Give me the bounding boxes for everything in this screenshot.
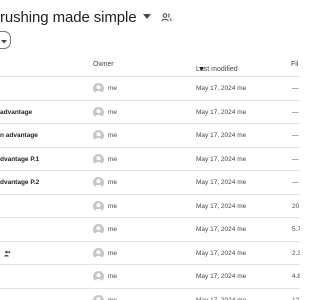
owner-name: me [108, 226, 118, 233]
owner-name: me [108, 85, 118, 92]
last-modified: May 17, 2024 me [196, 249, 247, 257]
people-icon[interactable] [160, 11, 173, 23]
owner-name: me [108, 273, 118, 280]
avatar [93, 294, 104, 300]
folder-title[interactable]: rushing made simple [0, 9, 137, 26]
table-row[interactable]: me May 17, 2024 me 2.3 [0, 240, 300, 265]
table-row[interactable]: n advantage me May 17, 2024 me — [0, 123, 300, 147]
avatar [93, 106, 104, 118]
file-size: 20 [292, 202, 300, 210]
table-row[interactable]: me May 17, 2024 me 20 [0, 193, 300, 218]
table-row[interactable]: advantage me May 17, 2024 me — [0, 99, 300, 124]
table-row[interactable]: me May 17, 2024 me 5.7 [0, 217, 300, 241]
owner-name: me [108, 108, 118, 116]
last-modified: May 17, 2024 me [196, 155, 247, 163]
last-modified: May 17, 2024 me [196, 273, 247, 280]
last-modified: May 17, 2024 me [196, 179, 247, 186]
file-size: — [292, 132, 299, 139]
owner-name: me [108, 249, 118, 257]
owner-name: me [108, 296, 118, 300]
table-row[interactable]: me May 17, 2024 me 12 [0, 287, 300, 300]
owner-name: me [108, 202, 118, 210]
table-row[interactable]: me May 17, 2024 me 4.8 [0, 264, 300, 288]
arrow-down-icon[interactable] [199, 66, 204, 73]
avatar [93, 153, 104, 165]
file-size: — [292, 85, 299, 92]
owner-name: me [108, 179, 118, 186]
avatar [93, 83, 104, 94]
folder-title-bar: rushing made simple [0, 4, 173, 30]
file-name: n advantage [0, 132, 38, 139]
filter-chip[interactable] [0, 31, 11, 49]
last-modified: May 17, 2024 me [196, 226, 247, 233]
file-size: — [292, 108, 299, 116]
file-size: — [292, 179, 299, 186]
file-size: 5.7 [292, 226, 300, 233]
file-size: — [292, 155, 299, 163]
avatar [93, 177, 104, 188]
owner-name: me [108, 155, 118, 163]
last-modified: May 17, 2024 me [196, 85, 247, 92]
file-size: 12 [292, 296, 300, 300]
file-name: dvantage P.1 [0, 155, 40, 163]
chevron-down-icon[interactable] [142, 12, 153, 22]
file-size: 2.3 [292, 249, 300, 257]
table-header: Owner Last modified Fil [0, 56, 300, 76]
file-size: 4.8 [292, 273, 300, 280]
last-modified: May 17, 2024 me [196, 132, 247, 139]
last-modified: May 17, 2024 me [196, 202, 247, 210]
drive-folder-view: rushing made simple Owner Last modified … [0, 0, 300, 300]
file-name: advantage [0, 108, 33, 116]
column-header-owner[interactable]: Owner [93, 61, 114, 68]
file-name: dvantage P.2 [0, 179, 40, 186]
column-header-file-size[interactable]: Fil [291, 61, 298, 68]
avatar [93, 200, 104, 212]
avatar [93, 247, 104, 259]
shared-people-icon [4, 250, 11, 257]
avatar [93, 224, 104, 235]
file-list: me May 17, 2024 me — advantage me May 17, 202… [0, 76, 300, 300]
last-modified: May 17, 2024 me [196, 108, 247, 116]
owner-name: me [108, 132, 118, 139]
table-row[interactable]: me May 17, 2024 me — [0, 76, 300, 100]
avatar [93, 130, 104, 141]
chevron-down-icon [1, 31, 7, 49]
table-row[interactable]: dvantage P.1 me May 17, 2024 me — [0, 146, 300, 171]
table-row[interactable]: dvantage P.2 me May 17, 2024 me — [0, 170, 300, 194]
avatar [93, 271, 104, 282]
last-modified: May 17, 2024 me [196, 296, 247, 300]
